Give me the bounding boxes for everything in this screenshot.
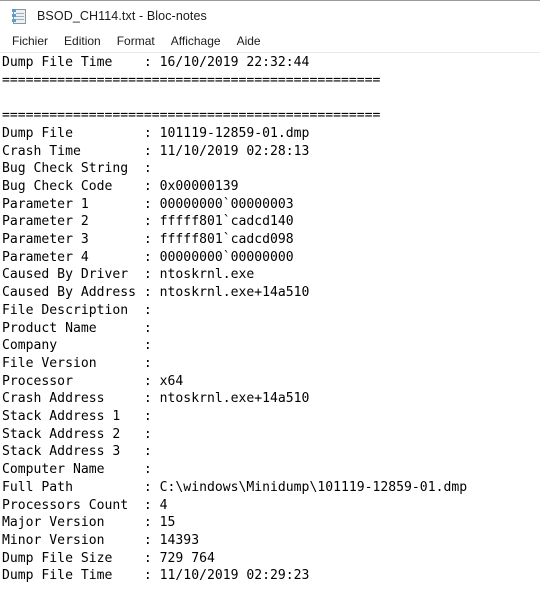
menu-item-edition[interactable]: Edition <box>56 33 109 51</box>
notepad-icon <box>11 7 28 25</box>
menu-bar: Fichier Edition Format Affichage Aide <box>0 31 540 52</box>
text-editor-area[interactable]: Dump File Time : 16/10/2019 22:32:44 ===… <box>0 53 540 599</box>
notepad-window: BSOD_CH114.txt - Bloc-notes Fichier Edit… <box>0 0 540 599</box>
menu-item-fichier[interactable]: Fichier <box>4 33 56 51</box>
menu-item-affichage[interactable]: Affichage <box>163 33 229 51</box>
document-text[interactable]: Dump File Time : 16/10/2019 22:32:44 ===… <box>2 54 540 585</box>
menu-item-aide[interactable]: Aide <box>229 33 269 51</box>
window-title: BSOD_CH114.txt - Bloc-notes <box>37 9 207 23</box>
title-bar: BSOD_CH114.txt - Bloc-notes <box>0 1 540 31</box>
menu-item-format[interactable]: Format <box>109 33 163 51</box>
